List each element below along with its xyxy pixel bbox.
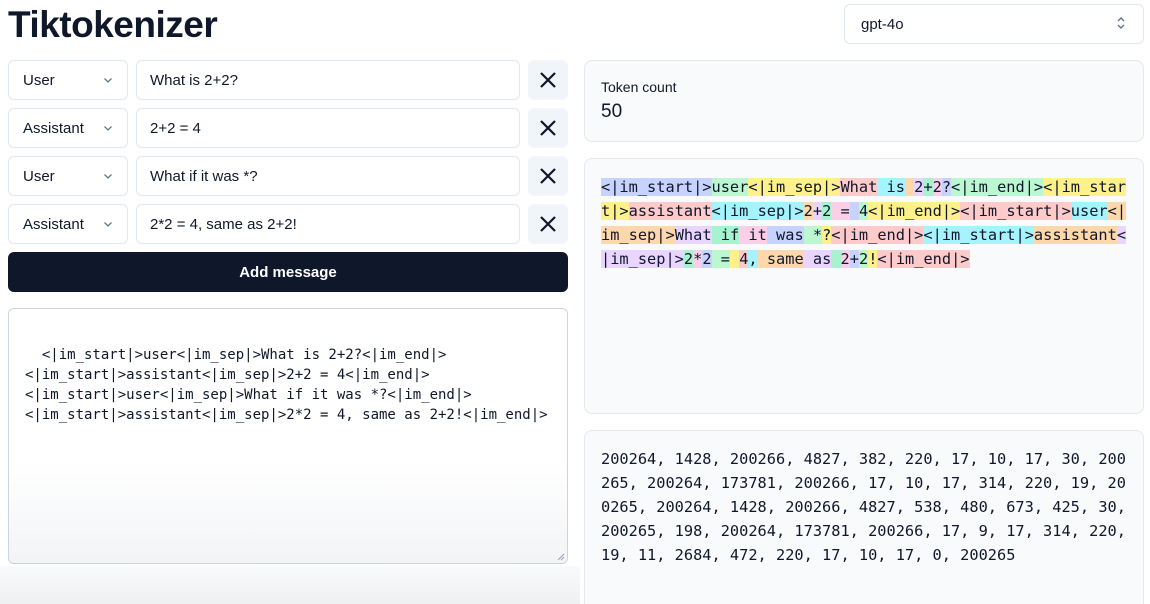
token-chip: is <box>877 178 905 196</box>
token-chip: + <box>849 250 859 268</box>
close-icon <box>540 216 556 232</box>
token-chip: <|im_start|> <box>923 226 1034 244</box>
token-count-value: 50 <box>601 101 623 122</box>
model-select[interactable]: gpt-4o <box>844 4 1144 44</box>
role-select-value: User <box>23 71 55 89</box>
token-chip: = <box>711 250 730 268</box>
close-icon <box>540 72 556 88</box>
token-chip: <|im_sep|> <box>711 202 804 220</box>
token-count-label: Token count <box>601 79 677 95</box>
role-select-value: Assistant <box>23 215 84 233</box>
message-content-input[interactable]: 2*2 = 4, same as 2+2! <box>136 204 520 244</box>
token-chip: ? <box>941 178 952 196</box>
chevron-down-icon <box>104 78 112 83</box>
token-count-panel: Token count 50 <box>584 60 1144 142</box>
token-chip: it <box>739 226 767 244</box>
token-chip: <|im_end|> <box>951 178 1044 196</box>
role-select[interactable]: Assistant <box>8 108 128 148</box>
role-select[interactable]: Assistant <box>8 204 128 244</box>
token-chip: <|im_end|> <box>877 250 970 268</box>
resize-handle-icon[interactable] <box>555 551 565 561</box>
role-select-value: Assistant <box>23 119 84 137</box>
add-message-button[interactable]: Add message <box>8 252 568 292</box>
model-select-value: gpt-4o <box>861 15 904 33</box>
message-content-input[interactable]: What if it was *? <box>136 156 520 196</box>
delete-message-button[interactable] <box>528 60 568 100</box>
role-select-value: User <box>23 167 55 185</box>
role-select[interactable]: User <box>8 156 128 196</box>
token-chip: as <box>803 250 832 268</box>
message-content-input[interactable]: 2+2 = 4 <box>136 108 520 148</box>
token-chip: user <box>711 178 749 196</box>
page-footer-area <box>0 566 580 604</box>
token-chip: if <box>711 226 740 244</box>
token-chip: + <box>812 202 823 220</box>
token-chip: 2 <box>702 250 712 268</box>
token-chip: assistant <box>628 202 712 220</box>
token-chip: + <box>923 178 933 196</box>
message-row: Assistant 2*2 = 4, same as 2+2! <box>8 204 568 244</box>
token-chip: user <box>1070 202 1108 220</box>
token-chip: 2 <box>914 178 924 196</box>
token-chip: 2 <box>803 202 813 220</box>
token-chip: <|im_end|> <box>831 226 924 244</box>
chevron-down-icon <box>104 174 112 179</box>
token-chip: assistant <box>1033 226 1117 244</box>
token-chip: <|im_start|> <box>601 178 712 196</box>
message-row: User What if it was *? <box>8 156 568 196</box>
chevron-up-down-icon <box>1115 15 1127 33</box>
token-chip: <|im_end|> <box>868 202 961 220</box>
token-chip: , <box>748 250 758 268</box>
close-icon <box>540 120 556 136</box>
token-chip <box>904 178 915 196</box>
token-chip: What <box>840 178 878 196</box>
token-chip: What <box>674 226 712 244</box>
token-chip: * <box>693 250 703 268</box>
token-chip <box>729 250 740 268</box>
token-ids-text: 200264, 1428, 200266, 4827, 382, 220, 17… <box>601 450 1126 564</box>
app-title: Tiktokenizer <box>8 4 218 45</box>
prompt-text: <|im_start|>user<|im_sep|>What is 2+2?<|… <box>25 347 548 423</box>
token-chip: same <box>757 250 804 268</box>
token-chip: <|im_start|> <box>960 202 1071 220</box>
prompt-textarea[interactable]: <|im_start|>user<|im_sep|>What is 2+2?<|… <box>8 308 568 564</box>
token-chip: = <box>831 202 850 220</box>
token-visualization-panel: <|im_start|>user<|im_sep|>What is 2+2?<|… <box>584 158 1144 414</box>
token-chip <box>849 202 859 220</box>
token-chip: 2 <box>840 250 850 268</box>
delete-message-button[interactable] <box>528 156 568 196</box>
token-chip: ? <box>822 226 832 244</box>
token-ids-panel: 200264, 1428, 200266, 4827, 382, 220, 17… <box>584 430 1144 604</box>
message-row: Assistant 2+2 = 4 <box>8 108 568 148</box>
delete-message-button[interactable] <box>528 204 568 244</box>
token-chip: 4 <box>858 202 869 220</box>
token-chip: 2 <box>822 202 832 220</box>
token-chip <box>831 250 841 268</box>
token-chip: was <box>766 226 804 244</box>
token-chip: 2 <box>683 250 694 268</box>
role-select[interactable]: User <box>8 60 128 100</box>
token-chip: 2 <box>932 178 942 196</box>
chevron-down-icon <box>104 222 112 227</box>
token-chip: <|im_sep|> <box>748 178 841 196</box>
delete-message-button[interactable] <box>528 108 568 148</box>
close-icon <box>540 168 556 184</box>
token-chip: * <box>803 226 823 244</box>
message-row: User What is 2+2? <box>8 60 568 100</box>
token-chip: 2 <box>858 250 869 268</box>
message-content-input[interactable]: What is 2+2? <box>136 60 520 100</box>
chevron-down-icon <box>104 126 112 131</box>
